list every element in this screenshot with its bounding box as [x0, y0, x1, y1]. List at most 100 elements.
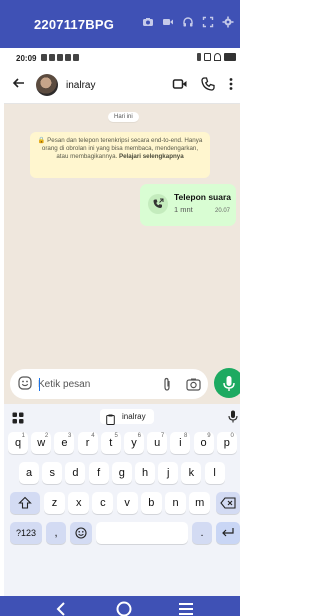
shift-icon [18, 496, 32, 509]
key-b[interactable]: b [140, 492, 162, 514]
key-o[interactable]: o9 [193, 432, 214, 454]
emoji-icon[interactable] [18, 376, 32, 390]
back-arrow-icon[interactable] [12, 76, 26, 94]
attach-icon[interactable] [160, 377, 174, 391]
mirror-title-bar: 2207117BPG [0, 0, 240, 48]
key-m[interactable]: m [189, 492, 211, 514]
keyboard-mic-icon[interactable] [228, 410, 238, 423]
mic-button[interactable] [214, 368, 240, 398]
text-cursor [39, 378, 40, 391]
avatar[interactable] [36, 74, 58, 96]
key-number-hint: 4 [91, 433, 95, 439]
key-l[interactable]: l [204, 462, 225, 484]
mirror-toolbar [142, 16, 234, 28]
chat-header: inalray [4, 68, 240, 104]
headphones-icon[interactable] [182, 16, 194, 28]
period-key[interactable]: . [192, 522, 212, 544]
key-i[interactable]: i8 [170, 432, 191, 454]
voice-call-icon[interactable] [200, 76, 216, 92]
key-p[interactable]: p0 [216, 432, 237, 454]
key-number-hint: 5 [114, 433, 118, 439]
fullscreen-icon[interactable] [202, 16, 214, 28]
key-number-hint: 3 [68, 433, 72, 439]
date-chip: Hari ini [108, 112, 139, 122]
mirror-back-icon[interactable] [56, 602, 66, 616]
key-label: u [154, 437, 161, 449]
lock-icon: 🔒 [37, 137, 46, 144]
settings-icon[interactable] [222, 16, 234, 28]
camera-icon[interactable] [186, 377, 201, 391]
message-composer [10, 369, 208, 399]
key-label: e [61, 437, 68, 449]
key-y[interactable]: y6 [124, 432, 144, 454]
video-call-icon[interactable] [172, 76, 188, 92]
mirror-bottom-bar [0, 596, 240, 616]
shift-key[interactable] [10, 492, 40, 514]
voice-call-message[interactable]: Telepon suara 1 mnt 20.07 [140, 184, 236, 226]
grid-icon[interactable] [12, 411, 24, 424]
soft-keyboard: inalray q1w2e3r4t5y6u7i8o9p0 asdfghjkl z… [4, 404, 240, 596]
key-number-hint: 2 [44, 433, 49, 439]
key-label: o [200, 437, 207, 449]
symbols-key[interactable]: ?123 [10, 522, 42, 544]
key-x[interactable]: x [68, 492, 90, 514]
key-h[interactable]: h [135, 462, 155, 484]
call-duration: 1 mnt [174, 205, 193, 214]
key-k[interactable]: k [181, 462, 202, 484]
mirror-home-icon[interactable] [116, 601, 132, 616]
emoji-key-icon [75, 527, 87, 539]
key-number-hint: 7 [160, 433, 165, 439]
message-input[interactable] [38, 375, 148, 393]
notification-icon [41, 54, 47, 61]
notification-icon [73, 54, 79, 61]
key-number-hint: 6 [137, 433, 141, 439]
signal-icon [204, 53, 211, 61]
key-d[interactable]: d [65, 462, 86, 484]
key-number-hint: 9 [207, 433, 211, 439]
space-key[interactable] [96, 522, 188, 544]
wifi-icon [214, 53, 221, 61]
key-number-hint: 1 [21, 433, 25, 439]
learn-more-link[interactable]: Pelajari selengkapnya [119, 153, 184, 160]
system-icons [197, 53, 236, 61]
key-t[interactable]: t5 [100, 432, 121, 454]
key-c[interactable]: c [92, 492, 114, 514]
mirror-menu-icon[interactable] [178, 602, 194, 616]
key-n[interactable]: n [165, 492, 186, 514]
video-icon[interactable] [162, 16, 174, 28]
device-title: 2207117BPG [34, 17, 115, 32]
keyboard-toolbar: inalray [4, 404, 240, 430]
key-label: q [14, 437, 22, 449]
key-z[interactable]: z [44, 492, 65, 514]
key-s[interactable]: s [42, 462, 63, 484]
notification-icon [49, 54, 55, 61]
message-time: 20.07 [214, 208, 230, 214]
emoji-key[interactable] [70, 522, 92, 544]
key-u[interactable]: u7 [147, 432, 168, 454]
backspace-icon [220, 497, 236, 509]
more-vertical-icon[interactable] [228, 76, 236, 92]
key-v[interactable]: v [116, 492, 138, 514]
key-label: r [85, 437, 90, 449]
enter-icon [222, 528, 234, 537]
key-label: i [179, 437, 182, 449]
key-r[interactable]: r4 [77, 432, 98, 454]
key-f[interactable]: f [88, 462, 109, 484]
backspace-key[interactable] [216, 492, 240, 514]
key-j[interactable]: j [158, 462, 179, 484]
comma-key[interactable]: , [46, 522, 66, 544]
key-g[interactable]: g [111, 462, 132, 484]
key-e[interactable]: e3 [54, 432, 75, 454]
key-q[interactable]: q1 [8, 432, 28, 454]
clipboard-icon [106, 412, 115, 425]
call-icon-badge [148, 194, 168, 214]
key-a[interactable]: a [19, 462, 39, 484]
contact-name[interactable]: inalray [66, 80, 95, 91]
encryption-notice[interactable]: 🔒 Pesan dan telepon terenkripsi secara e… [30, 132, 210, 178]
key-w[interactable]: w2 [31, 432, 52, 454]
key-label: t [109, 437, 113, 449]
camera-icon[interactable] [142, 16, 154, 28]
enter-key[interactable] [216, 522, 240, 544]
mic-icon [223, 376, 235, 391]
key-label: p [223, 437, 230, 449]
